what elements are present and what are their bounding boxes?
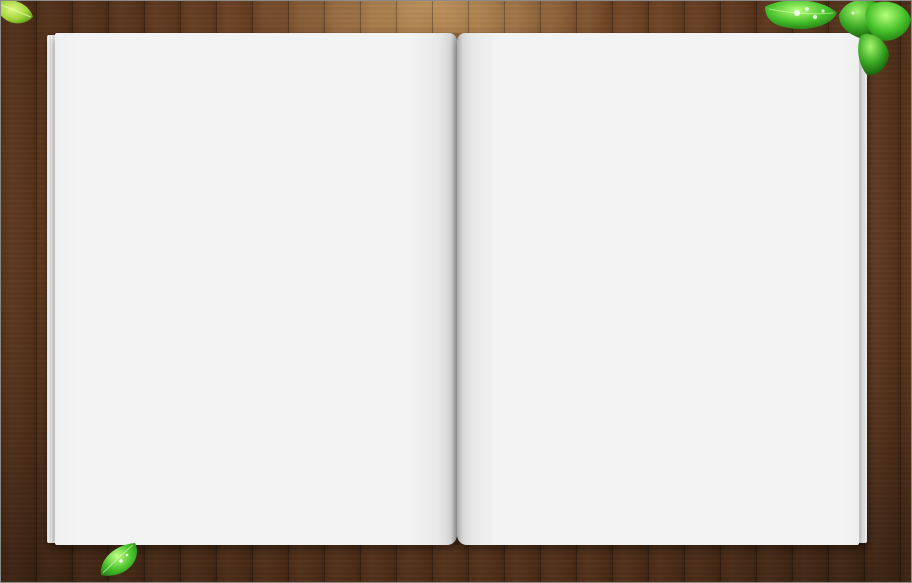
leaf-cluster-top-right-icon bbox=[763, 1, 911, 79]
left-page bbox=[55, 33, 457, 545]
scene bbox=[0, 0, 912, 583]
right-page bbox=[457, 33, 859, 545]
leaf-top-left-icon bbox=[1, 1, 41, 31]
open-book bbox=[47, 33, 867, 545]
book-spine bbox=[451, 33, 463, 545]
leaf-bottom-left-icon bbox=[97, 539, 145, 579]
